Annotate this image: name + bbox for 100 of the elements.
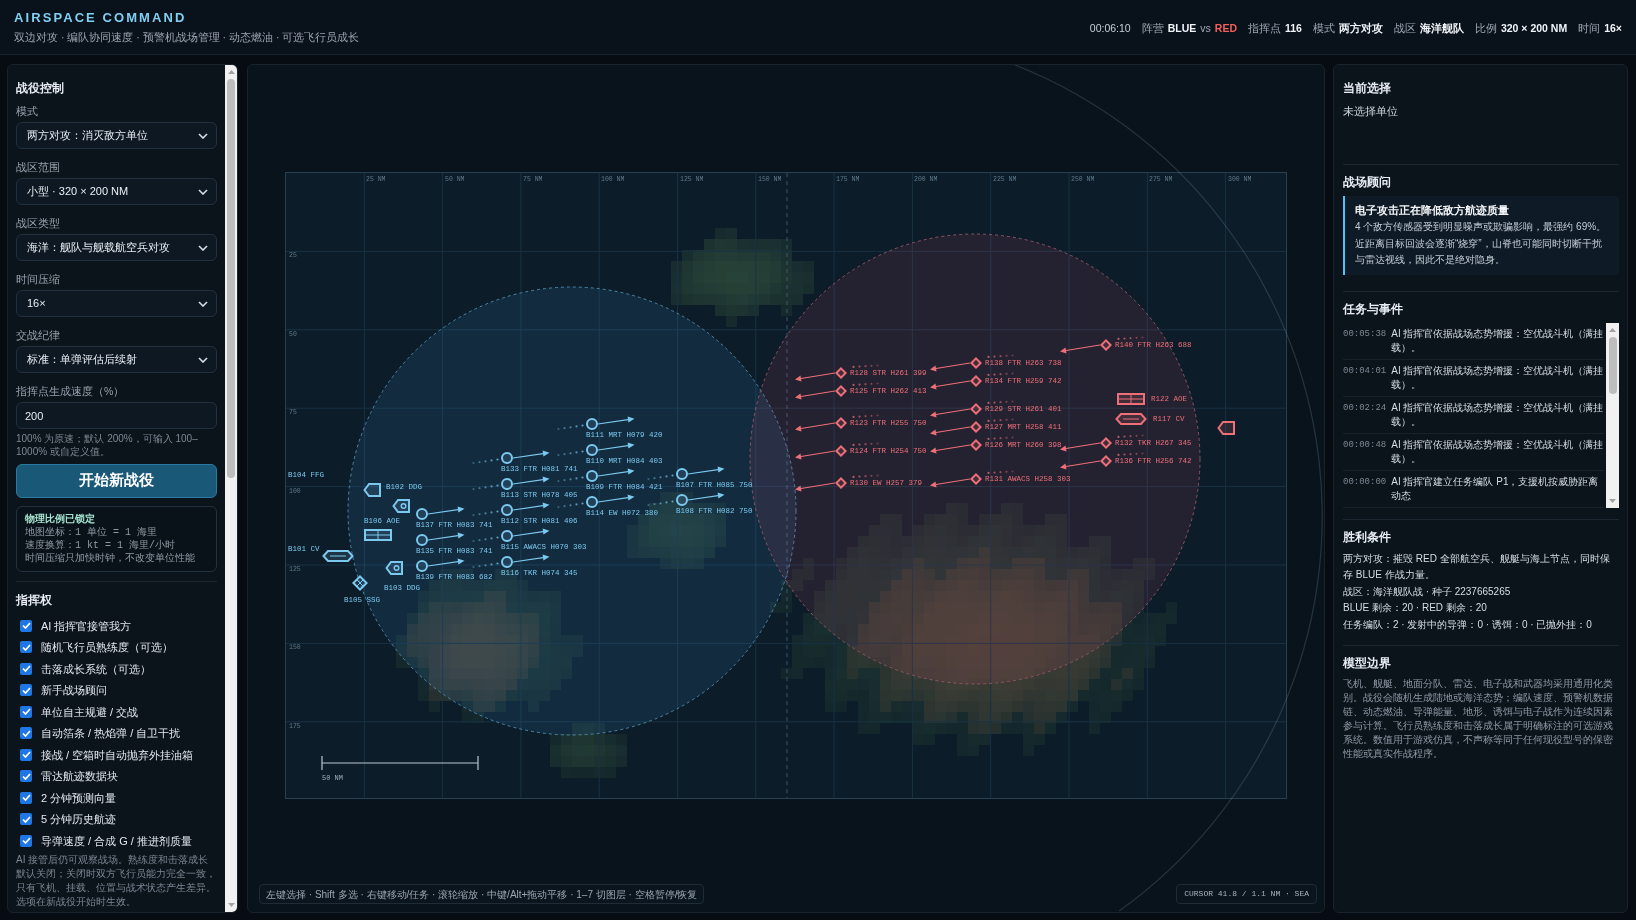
dotted-trail-drawing [1116, 434, 1144, 440]
checkbox[interactable] [20, 662, 32, 675]
chevron-down-icon [198, 300, 208, 307]
dotted-trail-drawing [646, 499, 674, 507]
field-label: 指挥点生成速度（%） [16, 384, 126, 398]
event-text: AI 指挥官依据战场态势增援：空优战斗机（满挂载）。 [1391, 400, 1604, 429]
stat-label: 模式 [1312, 21, 1335, 35]
checkmark-icon [21, 665, 31, 673]
velocity-vector-arrow [930, 362, 970, 372]
vertical-scrollbar[interactable] [225, 65, 237, 912]
dotted-trail-drawing [556, 475, 584, 483]
velocity-vector-arrow [930, 380, 970, 390]
dotted-trail-drawing [471, 483, 499, 491]
event-text: AI 指挥官依据战场态势增援：空优战斗机（满挂载）。 [1391, 326, 1604, 355]
checkbox-label: 5 分钟历史航迹 [41, 812, 117, 827]
app-title: AIRSPACE COMMAND [14, 10, 188, 26]
event-text: AI 指挥官建立任务编队 P1，支援机按威胁距离动态 [1391, 474, 1600, 503]
start-campaign-button[interactable]: 开始新战役 [16, 464, 217, 498]
dotted-trail-drawing [1116, 336, 1144, 342]
velocity-vector-arrow [428, 532, 465, 541]
field-label: 模式 [16, 104, 39, 118]
velocity-vector-arrow [930, 478, 970, 488]
dotted-trail-drawing [986, 400, 1014, 406]
velocity-vector-arrow [428, 558, 465, 567]
stat-value: 海洋舰队 [1419, 21, 1464, 35]
scrollbar-thumb[interactable] [1608, 336, 1617, 394]
checkbox-label: 自动箔条 / 热焰弹 / 自卫干扰 [41, 726, 181, 741]
checkbox[interactable] [20, 619, 32, 632]
checkbox[interactable] [20, 727, 32, 740]
checkbox[interactable] [20, 770, 32, 783]
callout-text: 4 个敌方传感器受到明显噪声或欺骗影响，最强约 69%。近距离目标回波会逐渐“烧穿”，山脊也可能同时切断干扰与雷达视线，因此不是绝对隐身。 [1355, 220, 1608, 267]
dotted-trail-drawing [986, 418, 1014, 424]
dotted-trail-drawing [471, 535, 499, 543]
vertical-scrollbar[interactable] [1606, 322, 1619, 508]
stat-label: 阵营 [1141, 21, 1164, 35]
velocity-vector-arrow [598, 468, 635, 477]
checkmark-icon [21, 751, 31, 759]
dotted-trail-drawing [851, 382, 879, 388]
checkbox[interactable] [20, 684, 32, 697]
checkbox-label: 新手战场顾问 [41, 683, 107, 698]
velocity-vector-arrow [1060, 442, 1100, 452]
checkbox[interactable] [20, 834, 32, 847]
dotted-trail-drawing [986, 470, 1014, 476]
event-time: 00:04:01 [1343, 364, 1387, 378]
velocity-vector-arrow [1060, 344, 1100, 354]
checkbox[interactable] [20, 705, 32, 718]
section-heading: 战役控制 [16, 81, 65, 95]
section-heading: 胜利条件 [1343, 529, 1392, 544]
versus-text: vs [1200, 21, 1211, 35]
event-text: AI 指挥官依据战场态势增援：空优战斗机（满挂载）。 [1391, 363, 1604, 392]
velocity-vector-arrow [795, 450, 835, 460]
dotted-trail-drawing [986, 354, 1014, 360]
dotted-trail-drawing [471, 457, 499, 465]
velocity-vector-arrow [513, 554, 550, 563]
checkbox[interactable] [20, 748, 32, 761]
checkbox-label: 击落成长系统（可选） [41, 661, 151, 676]
victory-text: 两方对攻：摧毁 RED 全部航空兵、舰艇与海上节点，同时保存 BLUE 作战力量。 [1343, 551, 1611, 582]
select-field[interactable]: 标准：单弹评估后续射 [16, 346, 217, 373]
checkmark-icon [21, 643, 31, 651]
scrollbar-thumb[interactable] [227, 79, 235, 478]
checkbox[interactable] [20, 813, 32, 826]
velocity-vector-arrow [795, 372, 835, 382]
velocity-vector-arrow [598, 494, 635, 503]
chevron-down-icon [198, 188, 208, 195]
velocity-vector-arrow [688, 492, 725, 501]
checkbox[interactable] [20, 791, 32, 804]
section-heading: 模型边界 [1343, 656, 1392, 670]
event-time: 00:05:38 [1343, 327, 1387, 341]
number-input-field[interactable]: 200 [16, 402, 217, 429]
checkmark-icon [21, 837, 31, 845]
checkbox-label: AI 指挥官接管我方 [41, 618, 132, 633]
caret-down-icon [227, 903, 235, 907]
victory-text: BLUE 剩余：20 · RED 剩余：20 [1343, 601, 1488, 615]
footnote-text: AI 接管后仍可观察战场。熟练度和击落成长默认关闭；关闭时双方飞行员能力完全一致，只有飞机、挂载、位置与战术状态产生差异。选项在新战役开始时生效。 [16, 852, 217, 909]
velocity-vector-arrow [930, 408, 970, 418]
controls-hint: 左键选择 · Shift 多选 · 右键移动/任务 · 滚轮缩放 · 中键/Alt+拖动平移 · 1–7 切图层 · 空格暂停/恢复 [259, 884, 705, 904]
checkbox-label: 随机飞行员熟练度（可选） [41, 640, 173, 655]
dotted-trail-drawing [851, 364, 879, 370]
section-heading: 任务与事件 [1343, 301, 1404, 316]
event-time: 00:00:00 [1343, 475, 1387, 489]
select-field[interactable]: 两方对攻：消灭敌方单位 [16, 122, 217, 149]
checkbox-label: 接战 / 空箱时自动抛弃外挂油箱 [41, 747, 194, 762]
velocity-vector-arrow [930, 444, 970, 454]
checkbox-label: 导弹速度 / 合成 G / 推进剂质量 [41, 833, 192, 848]
checkmark-icon [21, 729, 31, 737]
team-name: BLUE [1167, 21, 1197, 35]
select-field[interactable]: 16× [16, 290, 217, 317]
dotted-trail-drawing [471, 509, 499, 517]
select-field[interactable]: 海洋：舰队与舰载航空兵对攻 [16, 234, 217, 261]
note-text: 时间压缩只加快时钟，不改变单位性能 [25, 552, 196, 565]
app-subtitle: 双边对攻 · 编队协同速度 · 预警机战场管理 · 动态燃油 · 可选飞行员成长 [14, 31, 360, 44]
section-heading: 指挥权 [16, 593, 53, 607]
dotted-trail-drawing [851, 442, 879, 448]
checkbox-label: 2 分钟预测向量 [41, 790, 117, 805]
velocity-vector-arrow [688, 466, 725, 475]
caret-down-icon [1609, 498, 1616, 503]
velocity-vector-arrow [513, 450, 550, 459]
checkbox[interactable] [20, 641, 32, 654]
select-field[interactable]: 小型 · 320 × 200 NM [16, 178, 217, 205]
checkbox-label: 单位自主规避 / 交战 [41, 704, 139, 719]
